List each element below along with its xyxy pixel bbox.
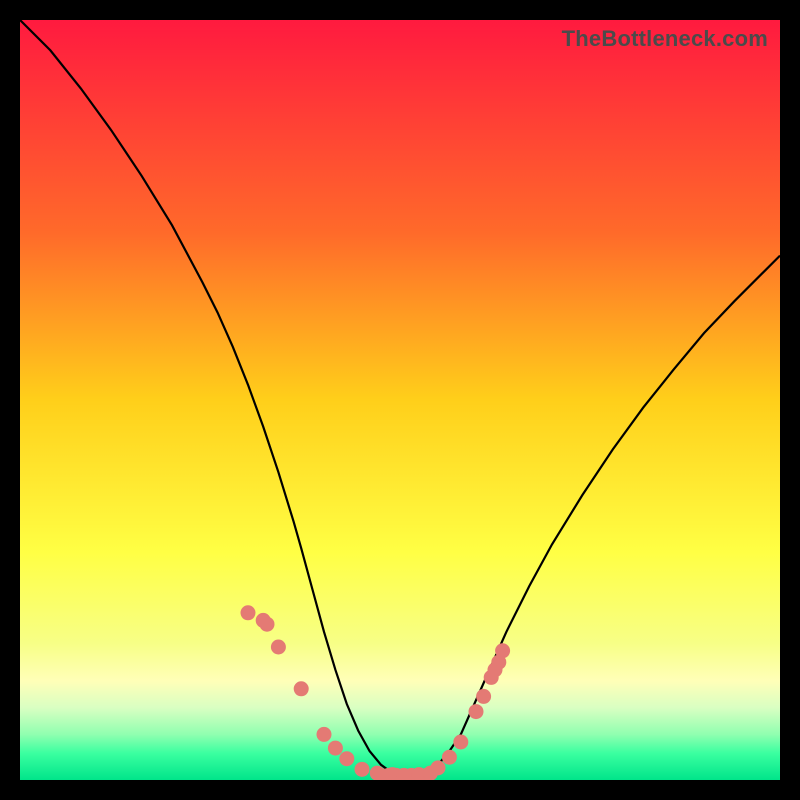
marker-dot (260, 617, 275, 632)
marker-dot (495, 643, 510, 658)
marker-dot (328, 741, 343, 756)
marker-dot (370, 766, 385, 780)
watermark-text: TheBottleneck.com (562, 26, 768, 52)
chart-plot-layer (20, 20, 780, 780)
marker-dot (271, 640, 286, 655)
marker-dot (453, 735, 468, 750)
marker-dot (339, 751, 354, 766)
marker-dot (317, 727, 332, 742)
marker-dot (294, 681, 309, 696)
marker-dot (469, 704, 484, 719)
marker-points (241, 605, 511, 780)
marker-dot (431, 760, 446, 775)
marker-dot (355, 762, 370, 777)
marker-dot (476, 689, 491, 704)
marker-dot (241, 605, 256, 620)
bottleneck-curve (20, 20, 780, 777)
chart-frame: TheBottleneck.com (20, 20, 780, 780)
marker-dot (442, 750, 457, 765)
